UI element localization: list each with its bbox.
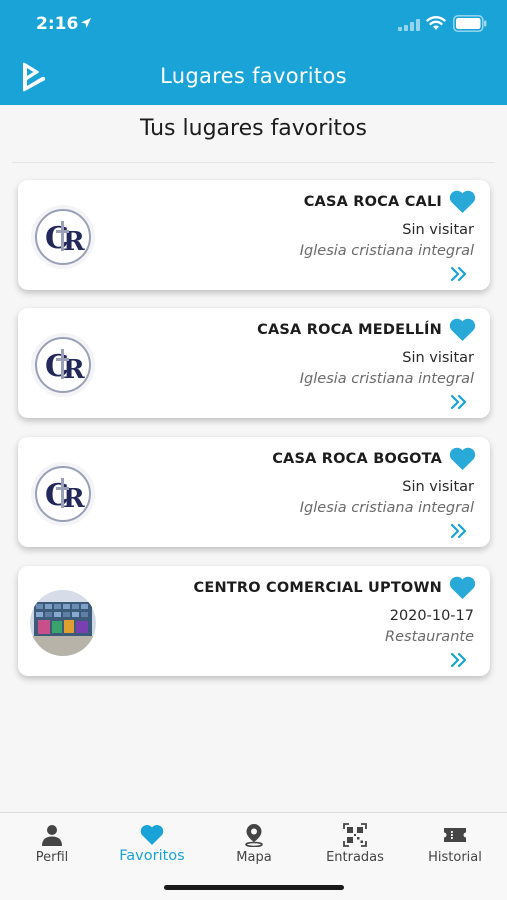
divider <box>12 162 495 163</box>
favorite-place-card[interactable]: C R CASA ROCA MEDELLÍN Sin visitar Igles… <box>18 308 490 418</box>
double-chevron-right-icon[interactable] <box>450 652 468 668</box>
favorite-place-card[interactable]: CENTRO COMERCIAL UPTOWN 2020-10-17 Resta… <box>18 566 490 676</box>
building-photo <box>30 590 96 656</box>
app-header: 2:16 Lugares favoritos <box>0 0 507 105</box>
place-category: Iglesia cristiana integral <box>299 500 474 516</box>
location-arrow-icon <box>81 18 91 28</box>
casa-roca-logo: C R <box>30 461 96 527</box>
ticket-icon <box>444 828 466 842</box>
visit-date: 2020-10-17 <box>389 608 474 624</box>
cellular-signal-icon <box>398 19 420 31</box>
casa-roca-logo: C R <box>30 332 96 398</box>
casa-roca-logo: C R <box>30 204 96 270</box>
battery-icon <box>453 15 487 32</box>
wifi-icon <box>426 16 446 30</box>
place-name: CASA ROCA CALI <box>303 194 442 210</box>
place-name: CASA ROCA BOGOTA <box>272 451 442 467</box>
place-category: Iglesia cristiana integral <box>299 371 474 387</box>
tab-label: Perfil <box>35 850 69 865</box>
home-indicator <box>164 885 344 890</box>
favorite-place-card[interactable]: C R CASA ROCA CALI Sin visitar Iglesia c… <box>18 180 490 290</box>
tab-label: Favoritos <box>119 848 185 864</box>
favorite-place-card[interactable]: C R CASA ROCA BOGOTA Sin visitar Iglesia… <box>18 437 490 547</box>
place-category: Restaurante <box>385 629 474 645</box>
place-name: CASA ROCA MEDELLÍN <box>257 322 442 338</box>
map-pin-icon <box>245 824 263 847</box>
tab-historial[interactable]: Historial <box>405 813 505 883</box>
double-chevron-right-icon[interactable] <box>450 394 468 410</box>
double-chevron-right-icon[interactable] <box>450 266 468 282</box>
header-title: Lugares favoritos <box>160 64 347 88</box>
visit-status: Sin visitar <box>402 350 474 366</box>
tab-label: Entradas <box>326 850 384 865</box>
tab-label: Mapa <box>236 850 272 865</box>
tab-favoritos[interactable]: Favoritos <box>102 813 202 883</box>
status-bar: 2:16 <box>0 0 507 50</box>
visit-status: Sin visitar <box>402 222 474 238</box>
person-icon <box>42 825 62 846</box>
tab-label: Historial <box>428 850 482 865</box>
page-title: Tus lugares favoritos <box>140 116 367 141</box>
heart-icon[interactable] <box>449 447 476 471</box>
visit-status: Sin visitar <box>402 479 474 495</box>
heart-icon[interactable] <box>449 318 476 342</box>
place-name: CENTRO COMERCIAL UPTOWN <box>193 580 442 596</box>
heart-icon[interactable] <box>449 576 476 600</box>
qr-code-icon <box>343 823 367 847</box>
status-time: 2:16 <box>36 14 79 34</box>
tab-perfil[interactable]: Perfil <box>2 813 102 883</box>
double-chevron-right-icon[interactable] <box>450 523 468 539</box>
tab-entradas[interactable]: Entradas <box>305 813 405 883</box>
heart-icon[interactable] <box>449 190 476 214</box>
heart-icon <box>140 825 164 845</box>
tab-mapa[interactable]: Mapa <box>204 813 304 883</box>
place-category: Iglesia cristiana integral <box>299 243 474 259</box>
